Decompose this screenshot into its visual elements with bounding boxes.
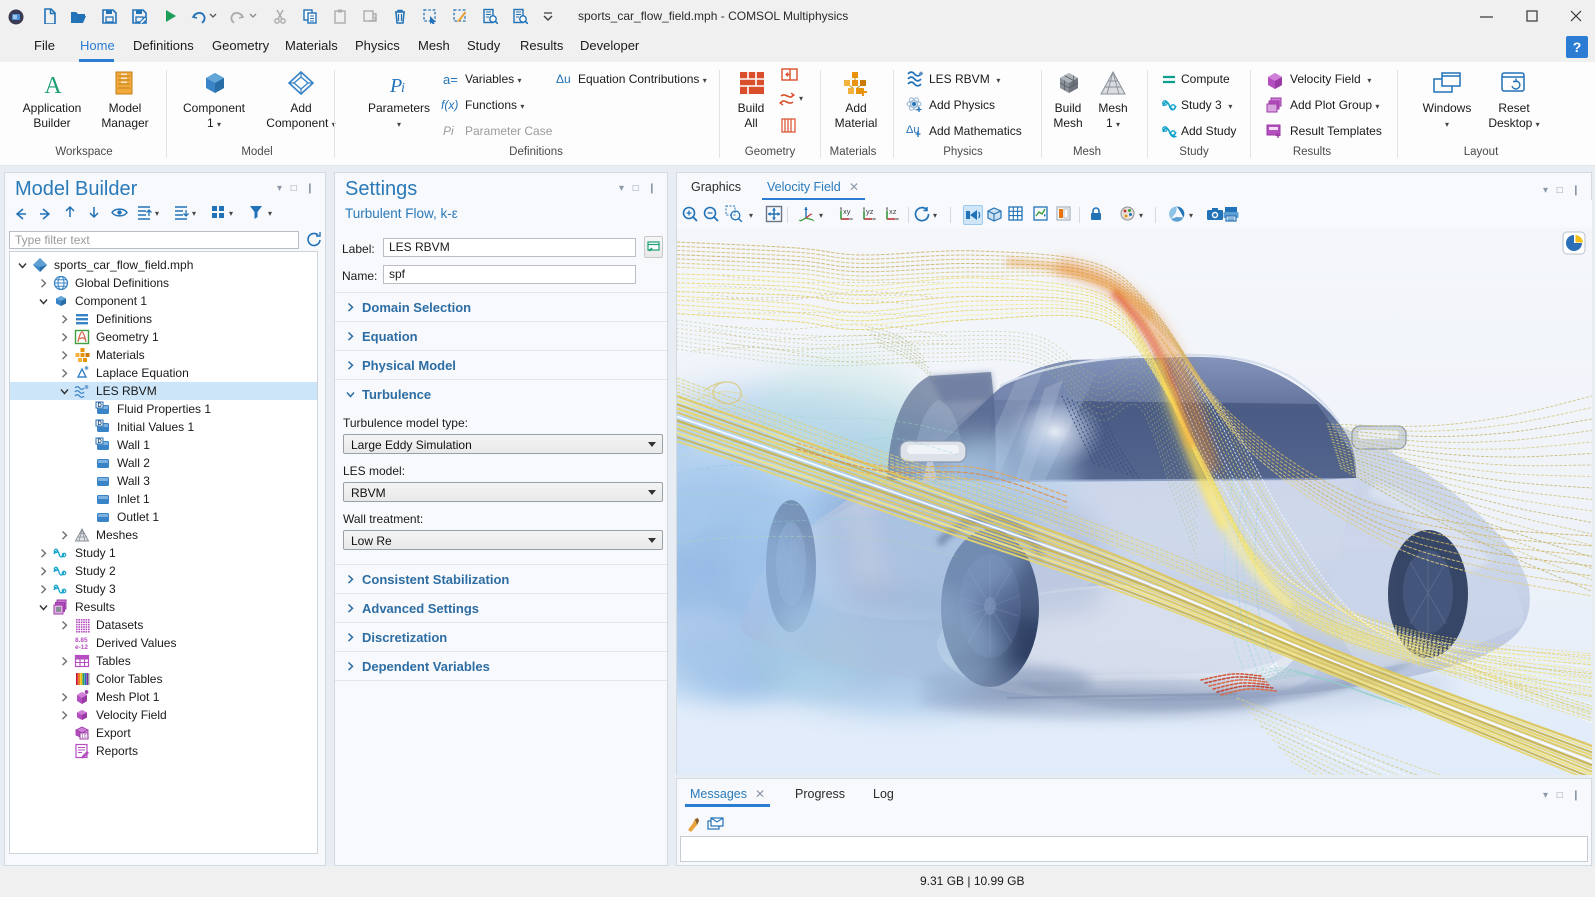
svg-text:i: i (401, 81, 405, 96)
svg-text:xy: xy (843, 207, 851, 216)
svg-text:A: A (44, 73, 62, 97)
svg-text:yz: yz (866, 207, 874, 216)
svg-text:xz: xz (889, 207, 897, 216)
